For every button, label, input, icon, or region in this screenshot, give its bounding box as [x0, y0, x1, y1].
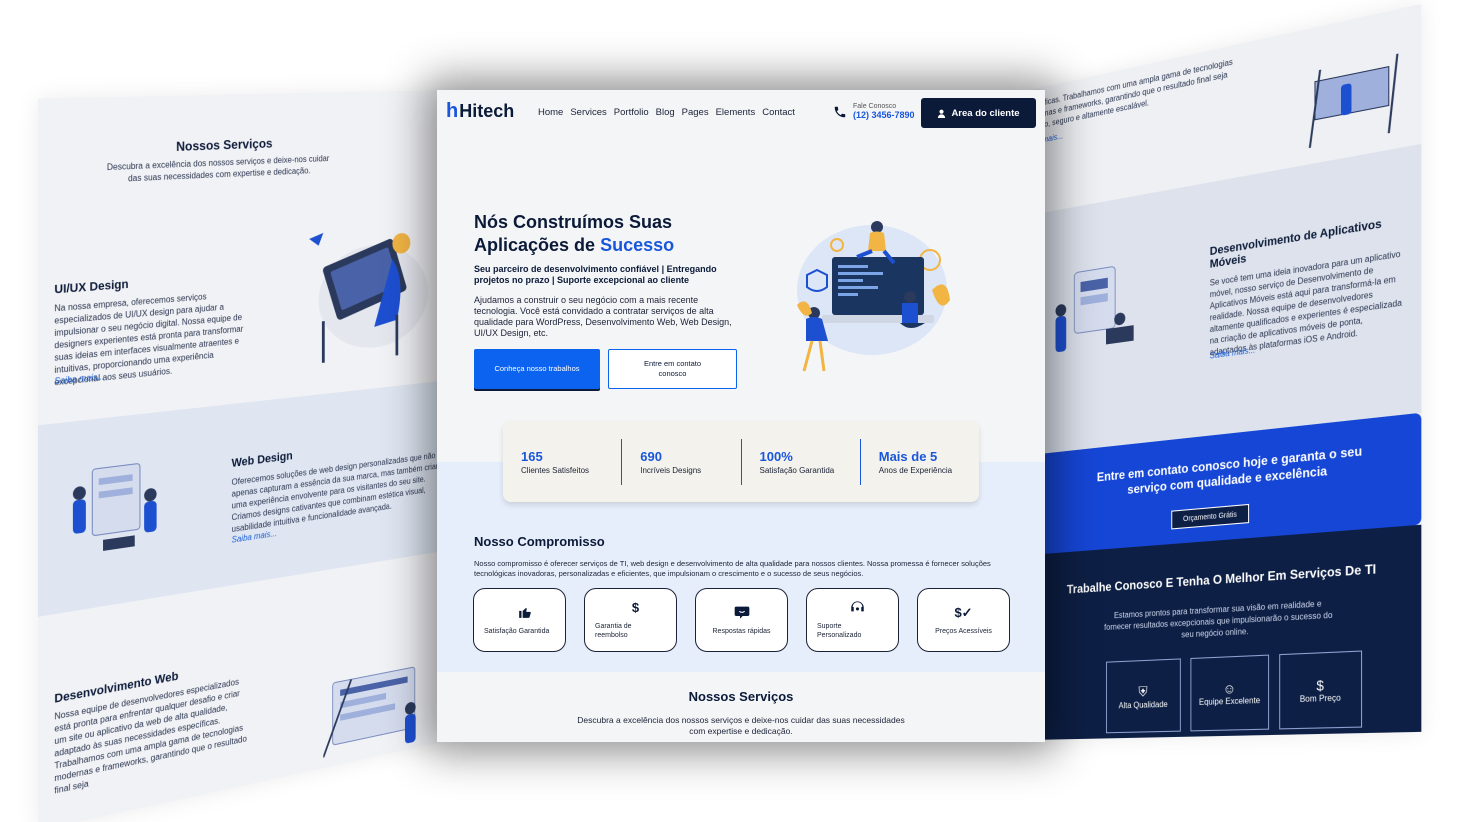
dollar-icon: $ [1316, 677, 1324, 694]
feature-card-label: Bom Preço [1299, 693, 1341, 705]
menu-item-home[interactable]: Home [538, 107, 563, 118]
commitment-card-label: Preços Acessíveis [935, 627, 992, 635]
right-top-link[interactable]: mais... [1042, 131, 1063, 144]
commitment-card[interactable]: Suporte Personalizado [806, 588, 899, 652]
stat-label: Anos de Experiência [878, 465, 953, 475]
work-text: Estamos prontos para transformar sua vis… [1104, 598, 1333, 640]
menu-item-services[interactable]: Services [570, 107, 606, 118]
mobile-dev-section: Desenvolvimento de Aplicativos Móveis Se… [1030, 143, 1422, 455]
hero-subtitle: Seu parceiro de desenvolvimento confiáve… [474, 264, 717, 285]
contact-us-button[interactable]: Entre em contato conosco [608, 349, 737, 389]
work-with-us-section: Trabalhe Conosco E Tenha O Melhor Em Ser… [1030, 524, 1422, 740]
hero-description: Ajudamos a construir o seu negócio com a… [474, 295, 732, 338]
services-title: Nossos Serviços [688, 689, 794, 704]
hero-title: Nós Construímos Suas Aplicações de Suces… [474, 211, 734, 257]
services-subtitle: Descubra a excelência dos nossos serviço… [106, 153, 330, 184]
chat-icon [696, 605, 787, 623]
free-quote-button[interactable]: Orçamento Grátis [1171, 503, 1250, 530]
stat-item: 165 Clientes Satisfeitos [503, 438, 623, 485]
dollar-icon: $ [631, 600, 640, 615]
mobile-dev-illustration [1055, 251, 1134, 353]
stats-card: 165 Clientes Satisfeitos 690 Incríveis D… [503, 421, 979, 502]
menu-item-contact[interactable]: Contact [762, 107, 795, 118]
commitment-card-label: Satisfação Garantida [484, 627, 550, 635]
hero-title-accent: Sucesso [600, 235, 675, 255]
stat-item: 100% Satisfação Garantida [742, 438, 861, 485]
services-intro-section: Nossos Serviços Descubra a excelência do… [38, 130, 450, 425]
main-page: h Hitech Home Services Portfolio Blog Pa… [437, 90, 1045, 742]
right-top-text: íficas. Trabalhamos com uma ampla gama d… [1042, 57, 1233, 130]
stat-value: 100% [759, 448, 793, 464]
hero-title-line1: Nós Construímos Suas [474, 212, 673, 232]
uiux-illustration [309, 232, 429, 366]
shield-icon: ⛨ [1138, 683, 1148, 700]
commitment-card-label: Suporte Personalizado [817, 623, 862, 639]
logo-mark: h [446, 100, 459, 122]
stat-value: 165 [521, 448, 543, 464]
team-icon: ☺ [1222, 680, 1236, 697]
stat-label: Incríveis Designs [640, 465, 702, 475]
stat-label: Satisfação Garantida [759, 465, 835, 475]
menu-item-blog[interactable]: Blog [656, 107, 675, 118]
feature-card-label: Alta Qualidade [1118, 699, 1168, 710]
mockup-stage: Nossos Serviços Descubra a excelência do… [0, 0, 1461, 822]
hero-title-line2: Aplicações de Sucesso [474, 234, 734, 257]
main-menu: Home Services Portfolio Blog Pages Eleme… [538, 107, 795, 118]
logo[interactable]: h Hitech [446, 100, 514, 123]
stat-value: Mais de 5 [878, 448, 938, 464]
user-icon [938, 109, 946, 118]
client-area-label: Area do cliente [951, 107, 1020, 119]
menu-item-pages[interactable]: Pages [682, 107, 709, 118]
feature-card-label: Equipe Excelente [1198, 695, 1261, 708]
commitment-card[interactable]: Satisfação Garantida [473, 588, 566, 652]
contact-block[interactable]: Fale Conosco (12) 3456-7890 [833, 103, 915, 120]
left-page: Nossos Serviços Descubra a excelência do… [37, 90, 450, 822]
commitment-card[interactable]: $ Garantia de reembolso [584, 588, 677, 652]
hero-illustration [797, 221, 950, 372]
support-icon [817, 600, 898, 618]
contact-label: Fale Conosco [853, 103, 897, 110]
stat-value: 690 [640, 448, 662, 464]
cta-text: Entre em contato conosco hoje e garanta … [1096, 443, 1363, 497]
right-top-illustration [1305, 53, 1400, 149]
stat-label: Clientes Satisfeitos [521, 465, 590, 475]
contact-phone[interactable]: (12) 3456-7890 [853, 110, 915, 120]
web-design-illustration [72, 455, 157, 551]
web-design-title: Web Design [231, 449, 293, 471]
menu-item-elements[interactable]: Elements [716, 107, 756, 118]
feature-card: ☺ Equipe Excelente [1190, 654, 1270, 732]
phone-icon [834, 106, 846, 117]
logo-text: Hitech [459, 101, 515, 121]
thumbs-up-icon [484, 605, 565, 623]
portfolio-button[interactable]: Conheça nosso trabalhos [474, 349, 600, 389]
feature-cards: ⛨ Alta Qualidade ☺ Equipe Excelente $ Bo… [1105, 650, 1363, 734]
services-title: Nossos Serviços [176, 135, 273, 155]
feature-card: ⛨ Alta Qualidade [1105, 658, 1181, 734]
menu-item-portfolio[interactable]: Portfolio [614, 107, 649, 118]
right-page-preview: íficas. Trabalhamos com uma ampla gama d… [1030, 3, 1430, 741]
commitment-card[interactable]: $✓ Preços Acessíveis [917, 588, 1010, 652]
left-page-preview: Nossos Serviços Descubra a excelência do… [30, 90, 450, 822]
feature-card: $ Bom Preço [1279, 650, 1363, 730]
right-page: íficas. Trabalhamos com uma ampla gama d… [1030, 3, 1422, 741]
commitment-card-label: Garantia de reembolso [595, 623, 632, 639]
stat-item: 690 Incríveis Designs [622, 438, 742, 485]
web-dev-illustration [323, 653, 432, 768]
hero-title-prefix: Aplicações de [474, 235, 601, 255]
services-text: Descubra a excelência dos nossos serviço… [577, 715, 905, 736]
navbar: h Hitech Home Services Portfolio Blog Pa… [437, 90, 1045, 136]
client-area-button[interactable]: Area do cliente [921, 98, 1036, 128]
commitment-cards: Satisfação Garantida $ Garantia de reemb… [473, 588, 1010, 652]
stat-item: Mais de 5 Anos de Experiência [861, 439, 979, 485]
commitment-title: Nosso Compromisso [474, 534, 605, 549]
uiux-title: UI/UX Design [54, 277, 129, 297]
price-icon: $✓ [954, 604, 973, 620]
commitment-card-label: Respostas rápidas [712, 627, 771, 635]
commitment-card[interactable]: Respostas rápidas [695, 588, 788, 652]
commitment-text: Nosso compromisso é oferecer serviços de… [474, 559, 991, 578]
work-title: Trabalhe Conosco E Tenha O Melhor Em Ser… [1066, 561, 1377, 597]
